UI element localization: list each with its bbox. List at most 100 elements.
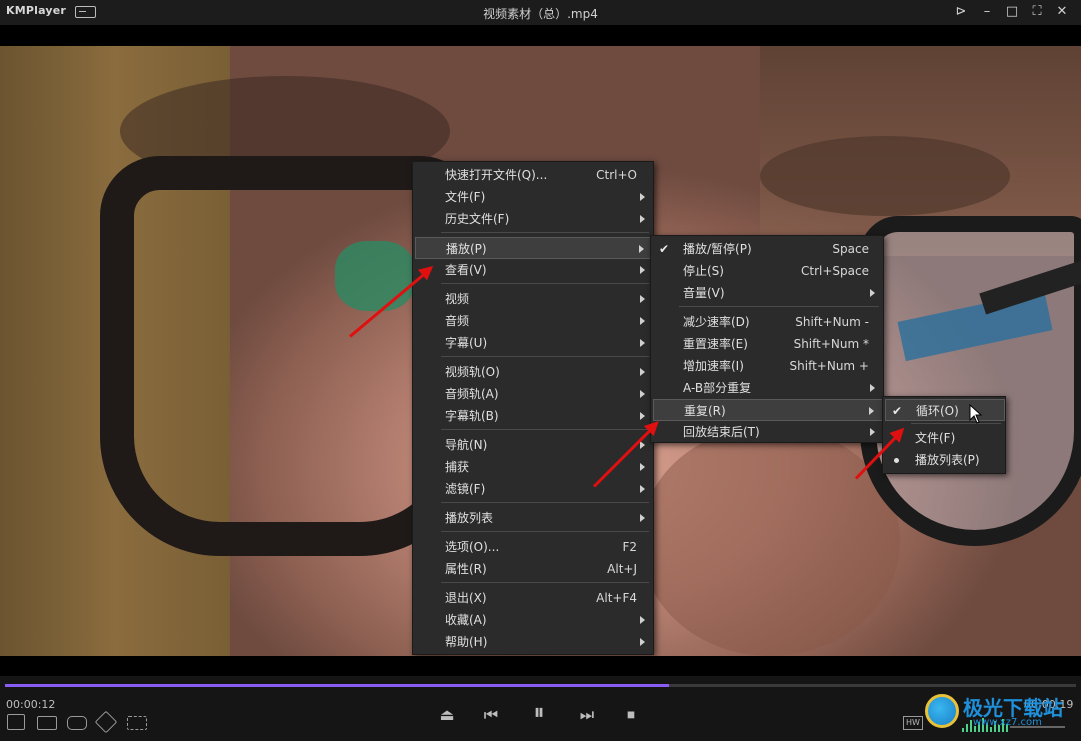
menu-item[interactable]: 字幕(U)	[415, 332, 653, 354]
menu-item-label: 重置速率(E)	[683, 337, 748, 351]
menu-item-shortcut: Alt+J	[607, 562, 637, 576]
video-content	[860, 216, 1081, 546]
video-content	[640, 426, 900, 656]
fullscreen-button[interactable]: ⛶	[1028, 3, 1046, 21]
menu-item[interactable]: A-B部分重复	[653, 377, 883, 399]
video-content	[760, 136, 1010, 216]
menu-item[interactable]: 文件(F)	[415, 186, 653, 208]
menu-item[interactable]: 视频	[415, 288, 653, 310]
menu-item[interactable]: 播放列表(P)	[885, 449, 1005, 471]
menu-item-label: 滤镜(F)	[445, 482, 486, 496]
menu-item-label: 快速打开文件(Q)...	[445, 168, 548, 182]
menu-item[interactable]: 字幕轨(B)	[415, 405, 653, 427]
menu-separator	[441, 531, 649, 532]
eject-icon[interactable]: ⏏	[437, 706, 457, 724]
watermark-url: www.xz7.com	[973, 717, 1042, 728]
submenu-arrow-icon	[640, 339, 645, 347]
menu-separator	[441, 429, 649, 430]
menu-item[interactable]: 音量(V)	[653, 282, 883, 304]
context-menu: 快速打开文件(Q)... Ctrl+O 文件(F) 历史文件(F) 播放(P) 查看(V)…	[412, 161, 654, 655]
menu-separator	[679, 306, 879, 307]
submenu-arrow-icon	[640, 514, 645, 522]
close-button[interactable]: ✕	[1053, 3, 1071, 21]
submenu-arrow-icon	[640, 215, 645, 223]
seek-bar[interactable]	[5, 684, 1076, 687]
minimize-button[interactable]: –	[978, 3, 996, 21]
submenu-arrow-icon	[640, 390, 645, 398]
menu-separator	[441, 582, 649, 583]
menu-item[interactable]: 导航(N)	[415, 434, 653, 456]
menu-item-label: 音频	[445, 314, 470, 328]
menu-item-label: 减少速率(D)	[683, 315, 750, 329]
submenu-arrow-icon	[640, 441, 645, 449]
menu-item-label: 退出(X)	[445, 591, 487, 605]
stop-icon[interactable]: ⏹	[620, 706, 642, 724]
3d-icon[interactable]	[94, 710, 118, 734]
menu-item[interactable]: 历史文件(F)	[415, 208, 653, 230]
watermark-icon	[925, 694, 959, 728]
menu-item-label: 文件(F)	[445, 190, 486, 204]
menu-item-shortcut: Ctrl+O	[596, 168, 637, 182]
maximize-button[interactable]: □	[1003, 3, 1021, 21]
menu-item[interactable]: 属性(R) Alt+J	[415, 558, 653, 580]
menu-item[interactable]: 滤镜(F)	[415, 478, 653, 500]
menu-item-label: 增加速率(I)	[683, 359, 744, 373]
control-bar: 00:00:12 00:00:19 ⏏ ⏮ ⏸ ⏭ ⏹ HW	[0, 676, 1081, 741]
menu-item-label: 导航(N)	[445, 438, 488, 452]
menu-separator	[441, 232, 649, 233]
menu-item-label: 属性(R)	[445, 562, 487, 576]
menu-item[interactable]: 增加速率(I) Shift+Num +	[653, 355, 883, 377]
submenu-arrow-icon	[640, 193, 645, 201]
menu-separator	[441, 502, 649, 503]
menu-item-label: 音量(V)	[683, 286, 725, 300]
menu-item-label: 重复(R)	[684, 404, 726, 418]
menu-separator	[911, 423, 1001, 424]
menu-item[interactable]: 减少速率(D) Shift+Num -	[653, 311, 883, 333]
menu-item[interactable]: 重置速率(E) Shift+Num *	[653, 333, 883, 355]
menu-item-label: 字幕轨(B)	[445, 409, 499, 423]
next-icon[interactable]: ⏭	[576, 706, 598, 724]
submenu-arrow-icon	[870, 428, 875, 436]
menu-item-label: 播放列表(P)	[915, 453, 980, 467]
menu-item[interactable]: 快速打开文件(Q)... Ctrl+O	[415, 164, 653, 186]
menu-item[interactable]: 查看(V)	[415, 259, 653, 281]
vr-icon[interactable]	[67, 716, 87, 730]
menu-item-label: A-B部分重复	[683, 381, 752, 395]
menu-item-shortcut: Alt+F4	[596, 591, 637, 605]
menu-item[interactable]: 重复(R)	[653, 399, 883, 421]
pause-icon[interactable]: ⏸	[526, 702, 552, 724]
menu-item[interactable]: 播放(P)	[415, 237, 653, 259]
menu-item[interactable]: 退出(X) Alt+F4	[415, 587, 653, 609]
checkmark-icon: ✔	[892, 404, 903, 418]
mouse-cursor-icon	[969, 404, 983, 424]
submenu-arrow-icon	[640, 295, 645, 303]
submenu-arrow-icon	[640, 266, 645, 274]
menu-item[interactable]: 音频轨(A)	[415, 383, 653, 405]
menu-item-label: 选项(O)...	[445, 540, 500, 554]
previous-icon[interactable]: ⏮	[480, 706, 502, 724]
menu-item[interactable]: 音频	[415, 310, 653, 332]
submenu-arrow-icon	[640, 368, 645, 376]
menu-item-label: 循环(O)	[916, 404, 959, 418]
capture-icon[interactable]	[127, 716, 147, 730]
menu-item[interactable]: 帮助(H)	[415, 631, 653, 653]
menu-separator	[441, 356, 649, 357]
menu-item[interactable]: 视频轨(O)	[415, 361, 653, 383]
menu-separator	[441, 283, 649, 284]
playlist-icon[interactable]	[7, 714, 25, 730]
menu-item[interactable]: 停止(S) Ctrl+Space	[653, 260, 883, 282]
menu-item-label: 视频轨(O)	[445, 365, 500, 379]
menu-item-label: 播放列表	[445, 511, 494, 525]
menu-item[interactable]: 收藏(A)	[415, 609, 653, 631]
menu-item[interactable]: ✔ 播放/暂停(P) Space	[653, 238, 883, 260]
download-icon[interactable]	[37, 716, 57, 730]
pin-icon[interactable]: ⊳	[952, 3, 970, 21]
submenu-arrow-icon	[639, 245, 644, 253]
hardware-decode-badge[interactable]: HW	[903, 716, 923, 730]
menu-item[interactable]: 选项(O)... F2	[415, 536, 653, 558]
menu-item-label: 停止(S)	[683, 264, 724, 278]
menu-item[interactable]: 播放列表	[415, 507, 653, 529]
menu-item[interactable]: 回放结束后(T)	[653, 421, 883, 443]
menu-item[interactable]: ✔ 循环(O)	[885, 399, 1005, 421]
menu-item-shortcut: Shift+Num -	[795, 315, 869, 329]
